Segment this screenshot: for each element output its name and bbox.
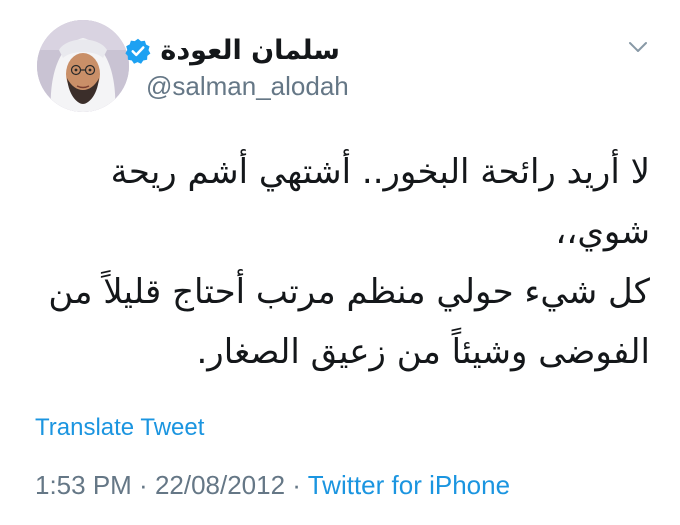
profile-photo [37, 20, 129, 112]
meta-separator: · [131, 470, 155, 500]
tweet-text-line: كل شيء حولي منظم مرتب أحتاج قليلاً من [48, 272, 650, 312]
author-name-row[interactable]: سلمان العودة [118, 32, 340, 70]
translate-tweet-link[interactable]: Translate Tweet [35, 412, 204, 444]
tweet-time[interactable]: 1:53 PM [35, 470, 132, 500]
tweet-text-line: شوي،، [555, 212, 650, 252]
tweet-text-line: الفوضى وشيئاً من زعيق الصغار. [196, 332, 651, 372]
author-display-name[interactable]: سلمان العودة [160, 32, 340, 70]
chevron-down-icon[interactable] [626, 38, 650, 56]
tweet-text-line: لا أريد رائحة البخور.. أشتهي أشم ريحة [110, 152, 650, 192]
avatar[interactable] [37, 20, 129, 112]
author-handle[interactable]: @salman_alodah [146, 70, 349, 102]
tweet-text: لا أريد رائحة البخور.. أشتهي أشم ريحة شو… [28, 142, 650, 382]
tweet-metadata: 1:53 PM · 22/08/2012 · Twitter for iPhon… [35, 468, 510, 502]
meta-separator: · [285, 470, 308, 500]
tweet-source-link[interactable]: Twitter for iPhone [308, 470, 510, 500]
verified-badge-icon [125, 38, 151, 64]
tweet-date[interactable]: 22/08/2012 [155, 470, 285, 500]
